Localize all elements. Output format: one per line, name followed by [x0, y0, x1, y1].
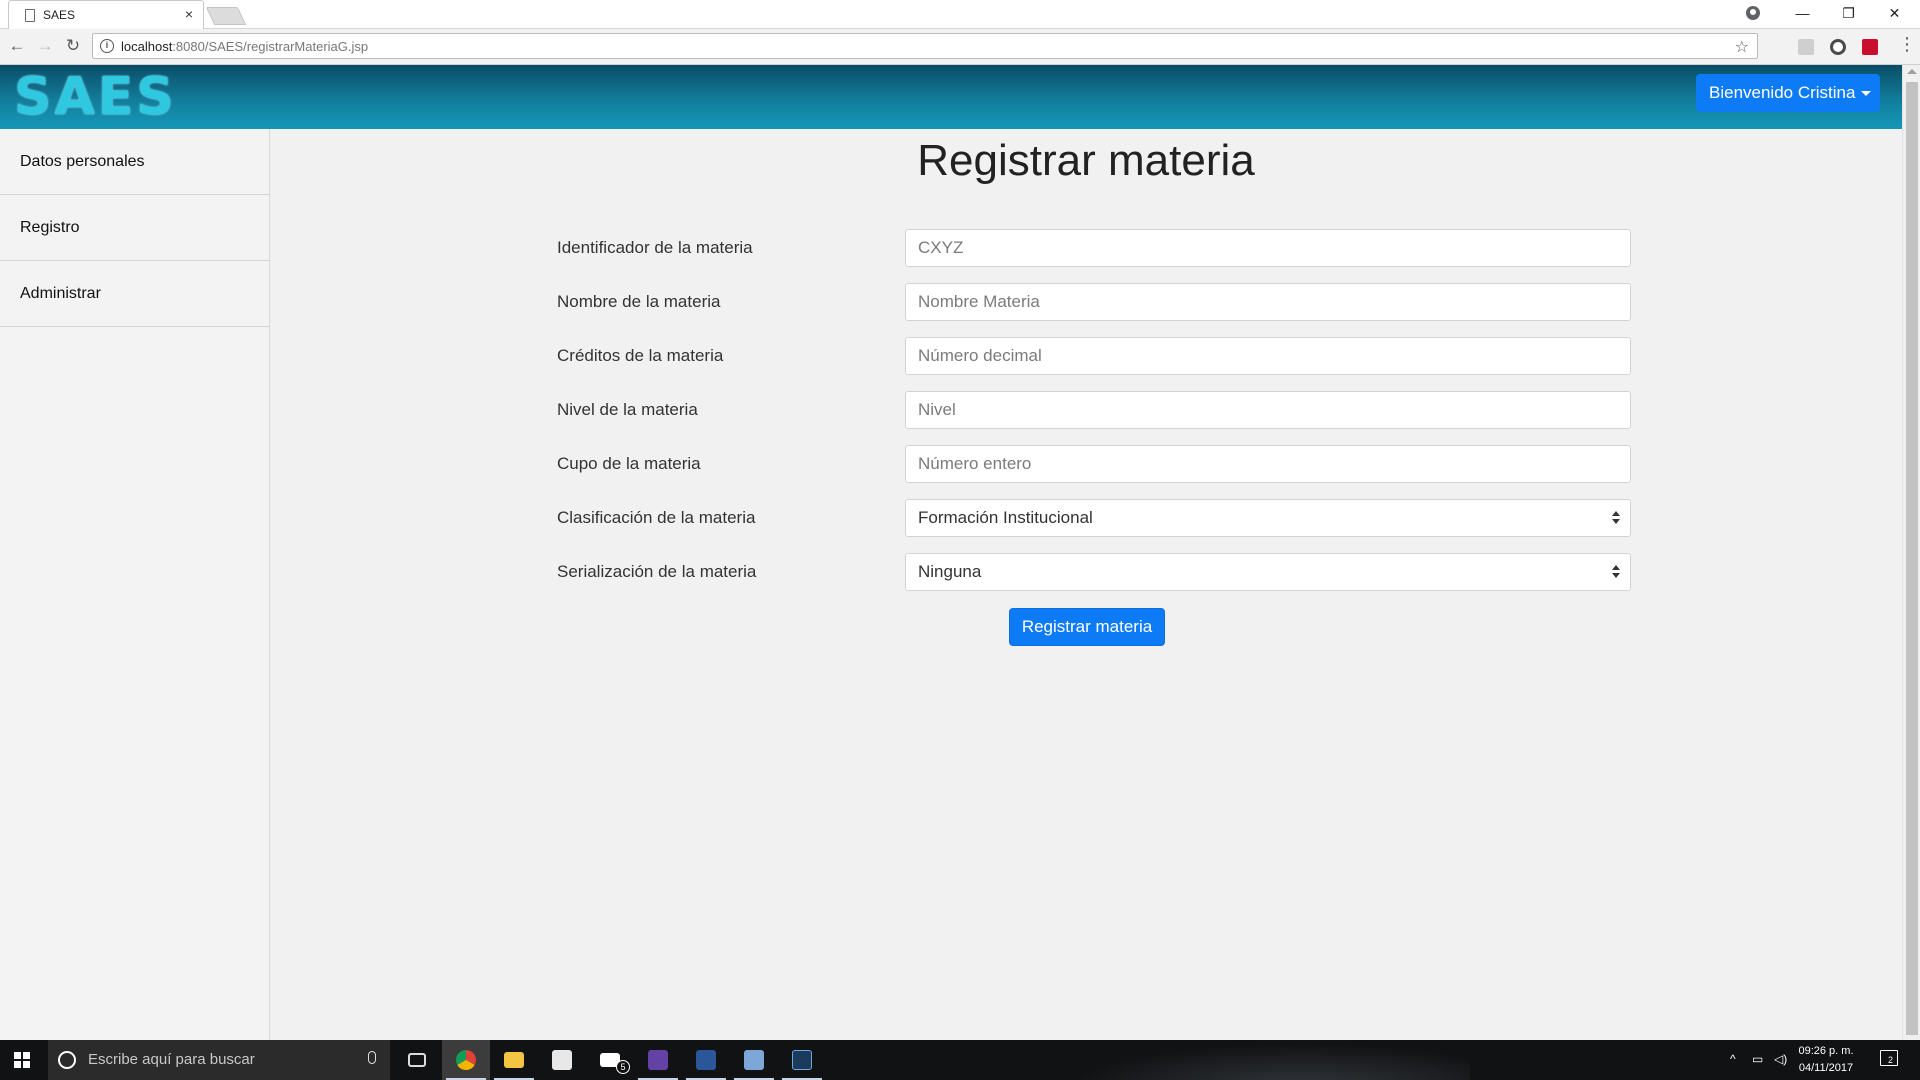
form-row-creditos: Créditos de la materia	[557, 337, 1902, 375]
nombre-input[interactable]	[905, 283, 1631, 321]
serializacion-label: Serialización de la materia	[557, 562, 757, 581]
restore-button[interactable]: ❐	[1826, 0, 1871, 29]
virtualbox-icon[interactable]	[730, 1040, 778, 1080]
network-icon[interactable]: ▭	[1752, 1052, 1763, 1066]
sidebar: Datos personales Registro Administrar	[0, 129, 270, 1040]
sidebar-item-administrar[interactable]: Administrar	[0, 261, 269, 327]
identificador-label: Identificador de la materia	[557, 238, 753, 257]
form-row-nombre: Nombre de la materia	[557, 283, 1902, 321]
profile-icon[interactable]	[1746, 6, 1760, 20]
clasificacion-label: Clasificación de la materia	[557, 508, 756, 527]
netbeans-icon[interactable]	[778, 1040, 826, 1080]
store-icon[interactable]	[538, 1040, 586, 1080]
extension-eye-icon[interactable]	[1830, 39, 1846, 55]
extension-flag-icon[interactable]	[1862, 39, 1878, 55]
url-path: :8080/SAES/registrarMateriaG.jsp	[172, 39, 369, 54]
file-explorer-icon[interactable]	[490, 1040, 538, 1080]
task-view-icon[interactable]	[394, 1040, 442, 1080]
identificador-input[interactable]	[905, 229, 1631, 267]
sidebar-item-datos-personales[interactable]: Datos personales	[0, 129, 269, 195]
taskbar-wallpaper-accent	[1050, 1040, 1470, 1080]
reload-icon[interactable]: ↻	[62, 35, 84, 57]
bookmark-star-icon[interactable]: ☆	[1735, 37, 1749, 57]
page-title: Registrar materia	[917, 136, 1255, 185]
cortana-icon	[58, 1051, 76, 1069]
serializacion-selected-value: Ninguna	[918, 562, 982, 581]
browser-tab[interactable]: SAES ×	[8, 0, 204, 29]
nivel-input[interactable]	[905, 391, 1631, 429]
creditos-input[interactable]	[905, 337, 1631, 375]
windows-start-icon[interactable]	[14, 1052, 30, 1068]
cupo-input[interactable]	[905, 445, 1631, 483]
form-row-cupo: Cupo de la materia	[557, 445, 1902, 483]
sidebar-item-registro[interactable]: Registro	[0, 195, 269, 261]
page-scrollbar[interactable]	[1902, 65, 1920, 1040]
page-icon	[25, 9, 35, 22]
new-tab-button[interactable]	[205, 7, 247, 25]
taskbar-search[interactable]: Escribe aquí para buscar	[48, 1040, 390, 1080]
word-icon[interactable]	[682, 1040, 730, 1080]
browser-menu-icon[interactable]: ⋮	[1898, 34, 1916, 55]
saes-logo[interactable]: SAES	[14, 69, 177, 125]
extension-icon[interactable]	[1798, 39, 1814, 55]
taskbar-clock[interactable]: 09:26 p. m. 04/11/2017	[1796, 1043, 1856, 1077]
clock-time: 09:26 p. m.	[1798, 1045, 1854, 1057]
serializacion-select[interactable]: Ninguna	[905, 553, 1631, 591]
form-row-serializacion: Serialización de la materia Ninguna	[557, 553, 1902, 591]
tray-chevron-icon[interactable]: ^	[1730, 1052, 1736, 1066]
mail-badge: 5	[616, 1060, 630, 1074]
url-text: localhost:8080/SAES/registrarMateriaG.js…	[121, 39, 368, 54]
scroll-up-icon[interactable]	[1907, 69, 1917, 74]
notification-count: 2	[1888, 1055, 1894, 1065]
tab-close-icon[interactable]: ×	[185, 6, 193, 22]
windows-taskbar: Escribe aquí para buscar 5 ^ ▭ ◁) 09:26 …	[0, 1040, 1920, 1080]
minimize-button[interactable]: —	[1780, 0, 1825, 29]
form-row-nivel: Nivel de la materia	[557, 391, 1902, 429]
registrar-materia-button[interactable]: Registrar materia	[1009, 608, 1165, 646]
address-bar[interactable]: i localhost:8080/SAES/registrarMateriaG.…	[92, 33, 1758, 59]
taskbar-search-placeholder: Escribe aquí para buscar	[88, 1051, 255, 1068]
clasificacion-select[interactable]: Formación Institucional	[905, 499, 1631, 537]
nivel-label: Nivel de la materia	[557, 400, 698, 419]
browser-tabstrip: SAES × — ❐ ✕	[0, 0, 1920, 29]
browser-toolbar: ← → ↻ i localhost:8080/SAES/registrarMat…	[0, 29, 1920, 65]
user-menu-button[interactable]: Bienvenido Cristina	[1696, 74, 1880, 112]
tab-title: SAES	[43, 8, 76, 22]
select-arrows-icon	[1612, 565, 1620, 579]
creditos-label: Créditos de la materia	[557, 346, 724, 365]
form-row-clasificacion: Clasificación de la materia Formación In…	[557, 499, 1902, 537]
volume-icon[interactable]: ◁)	[1774, 1052, 1787, 1066]
microphone-icon[interactable]	[368, 1051, 376, 1064]
scrollbar-thumb[interactable]	[1906, 82, 1918, 1035]
close-window-button[interactable]: ✕	[1872, 0, 1917, 29]
url-host: localhost	[121, 39, 173, 54]
form-row-identificador: Identificador de la materia	[557, 229, 1902, 267]
action-center-icon[interactable]: 2	[1880, 1050, 1898, 1066]
chrome-taskbar-icon[interactable]	[442, 1040, 490, 1080]
clock-date: 04/11/2017	[1798, 1062, 1854, 1074]
mail-icon[interactable]: 5	[586, 1040, 634, 1080]
forward-arrow-icon[interactable]: →	[34, 35, 56, 57]
clasificacion-selected-value: Formación Institucional	[918, 508, 1093, 527]
cupo-label: Cupo de la materia	[557, 454, 701, 473]
user-menu-label: Bienvenido Cristina	[1709, 83, 1856, 102]
info-icon[interactable]: i	[100, 39, 114, 53]
nombre-label: Nombre de la materia	[557, 292, 721, 311]
caret-down-icon	[1861, 91, 1872, 97]
twitch-icon[interactable]	[634, 1040, 682, 1080]
back-arrow-icon[interactable]: ←	[6, 35, 28, 57]
app-header: SAES Bienvenido Cristina	[0, 65, 1902, 129]
main-content: Registrar materia Identificador de la ma…	[270, 129, 1902, 1040]
select-arrows-icon	[1612, 511, 1620, 525]
